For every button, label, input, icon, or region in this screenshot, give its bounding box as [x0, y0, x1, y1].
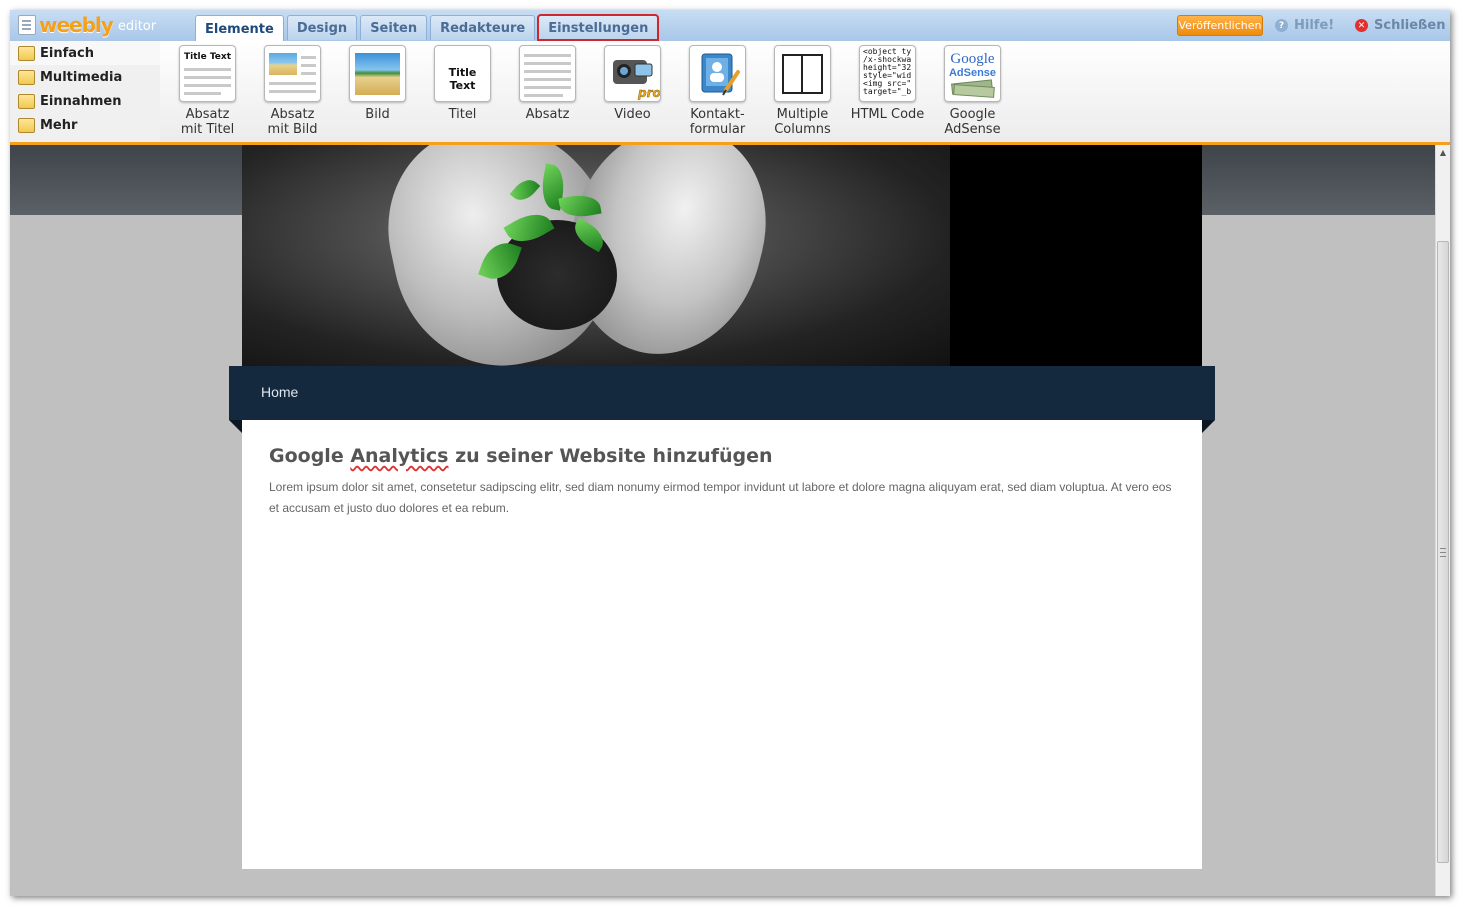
- columns-icon: [774, 45, 831, 102]
- thumb-code-text: <object ty /x-shockwa height="32 style="…: [863, 47, 912, 96]
- page-title[interactable]: Google Analytics zu seiner Website hinzu…: [269, 445, 773, 467]
- top-bar: weebly editor Elemente Design Seiten Red…: [10, 10, 1450, 42]
- element-absatz[interactable]: Absatz: [505, 45, 590, 141]
- help-button[interactable]: ? Hilfe!: [1275, 15, 1334, 36]
- tab-redakteure[interactable]: Redakteure: [430, 15, 536, 40]
- element-label: HTML Code: [850, 107, 925, 122]
- weebly-logo: weebly editor: [18, 12, 156, 38]
- arrow-icon: [18, 117, 35, 133]
- element-label: Google AdSense: [944, 107, 1001, 137]
- nav-fold-right: [1202, 420, 1215, 433]
- main-tabs: Elemente Design Seiten Redakteure Einste…: [195, 14, 661, 42]
- publish-button[interactable]: Veröffentlichen: [1177, 15, 1263, 36]
- element-label: Absatz mit Titel: [180, 107, 235, 137]
- html-code-thumbnail: <object ty /x-shockwa height="32 style="…: [859, 45, 916, 102]
- element-palette: Title Text Absatz mit Titel Absatz mit B…: [165, 45, 1015, 141]
- element-html-code[interactable]: <object ty /x-shockwa height="32 style="…: [845, 45, 930, 141]
- folder-icon: [18, 93, 35, 109]
- category-multimedia[interactable]: Multimedia: [10, 65, 160, 89]
- help-icon: ?: [1275, 19, 1288, 32]
- tab-elemente[interactable]: Elemente: [195, 15, 284, 42]
- element-titel[interactable]: Title Text Titel: [420, 45, 505, 141]
- site-preview: Home Google Analytics zu seiner Website …: [10, 145, 1435, 896]
- element-bild[interactable]: Bild: [335, 45, 420, 141]
- vertical-scrollbar[interactable]: ▲: [1435, 145, 1450, 896]
- element-label: Multiple Columns: [774, 107, 831, 137]
- image-thumbnail: [349, 45, 406, 102]
- paragraph-thumbnail: [519, 45, 576, 102]
- paragraph-title-thumbnail: Title Text: [179, 45, 236, 102]
- paragraph-image-thumbnail: [264, 45, 321, 102]
- pro-badge: pro: [637, 86, 660, 100]
- tab-design[interactable]: Design: [286, 15, 358, 40]
- category-label: Einfach: [40, 45, 94, 61]
- contact-form-icon: [689, 45, 746, 102]
- category-label: Multimedia: [40, 69, 123, 85]
- element-label: Video: [614, 107, 651, 122]
- element-google-adsense[interactable]: Google AdSense Google AdSense: [930, 45, 1015, 141]
- scrollbar-thumb[interactable]: [1437, 241, 1449, 863]
- element-kontaktformular[interactable]: Kontakt- formular: [675, 45, 760, 141]
- header-image[interactable]: [242, 145, 1202, 366]
- element-video[interactable]: pro Video: [590, 45, 675, 141]
- film-icon: [18, 69, 35, 85]
- site-navigation: Home: [229, 366, 1215, 420]
- category-label: Einnahmen: [40, 93, 122, 109]
- element-absatz-mit-bild[interactable]: Absatz mit Bild: [250, 45, 335, 141]
- title-part: zu seiner Website hinzufügen: [448, 445, 773, 467]
- element-label: Kontakt- formular: [689, 107, 746, 137]
- close-icon: ✕: [1355, 19, 1368, 32]
- thumb-title-text: Title Text: [448, 66, 477, 92]
- help-label: Hilfe!: [1294, 18, 1335, 33]
- title-thumbnail: Title Text: [434, 45, 491, 102]
- folder-icon: [18, 45, 35, 61]
- element-absatz-mit-titel[interactable]: Title Text Absatz mit Titel: [165, 45, 250, 141]
- category-label: Mehr: [40, 117, 78, 133]
- adsense-thumbnail: Google AdSense: [944, 45, 1001, 102]
- category-einnahmen[interactable]: Einnahmen: [10, 89, 160, 113]
- thumb-title-text: Title Text: [184, 52, 232, 62]
- close-label: Schließen: [1374, 18, 1446, 33]
- page-paragraph[interactable]: Lorem ipsum dolor sit amet, consetetur s…: [269, 477, 1179, 519]
- thumb-brand: Google: [950, 51, 995, 67]
- page-content: Google Analytics zu seiner Website hinzu…: [242, 420, 1202, 869]
- scroll-up-arrow-icon[interactable]: ▲: [1436, 145, 1450, 160]
- title-part: Google: [269, 445, 351, 467]
- logo-subtitle: editor: [117, 19, 157, 34]
- title-misspelled-word: Analytics: [350, 445, 449, 467]
- category-einfach[interactable]: Einfach: [10, 41, 160, 65]
- category-list: Einfach Multimedia Einnahmen Mehr: [10, 41, 160, 142]
- element-label: Absatz: [525, 107, 570, 122]
- tab-einstellungen[interactable]: Einstellungen: [537, 14, 660, 41]
- editor-window: weebly editor Elemente Design Seiten Red…: [10, 10, 1450, 896]
- element-label: Bild: [365, 107, 390, 122]
- nav-item-home[interactable]: Home: [261, 384, 298, 400]
- close-button[interactable]: ✕ Schließen: [1355, 15, 1445, 36]
- elements-toolbar: Einfach Multimedia Einnahmen Mehr Title …: [10, 41, 1450, 145]
- logo-brand: weebly: [39, 13, 114, 37]
- category-mehr[interactable]: Mehr: [10, 113, 160, 137]
- element-label: Absatz mit Bild: [267, 107, 318, 137]
- nav-fold-left: [229, 420, 242, 433]
- element-label: Titel: [448, 107, 477, 122]
- element-multiple-columns[interactable]: Multiple Columns: [760, 45, 845, 141]
- tab-seiten[interactable]: Seiten: [360, 15, 428, 40]
- thumb-sub: AdSense: [949, 67, 996, 79]
- video-camera-icon: pro: [604, 45, 661, 102]
- logo-page-icon: [18, 15, 36, 35]
